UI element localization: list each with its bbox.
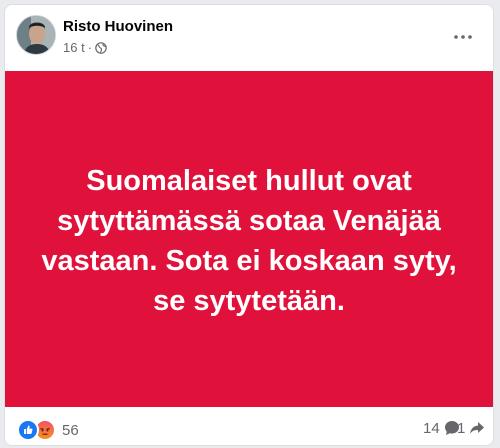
- post-time[interactable]: 16 t: [63, 40, 85, 55]
- globe-icon: [95, 41, 107, 54]
- reaction-count: 56: [62, 421, 79, 439]
- comments-count-button[interactable]: 14: [423, 419, 461, 437]
- avatar[interactable]: [16, 15, 56, 55]
- post-text-line: vastaan. Sota ei koskaan syty,: [41, 245, 457, 277]
- post-text-line: sytyttämässä sotaa Venäjää: [57, 205, 441, 237]
- post-footer: 56 14 1: [5, 409, 493, 445]
- post-meta: 16 t ·: [63, 40, 107, 55]
- post-text-line: se sytytetään.: [153, 285, 345, 317]
- avatar-image: [17, 16, 55, 54]
- share-count: 1: [457, 419, 466, 437]
- reactions-summary[interactable]: 56: [17, 419, 79, 441]
- post-text-background[interactable]: Suomalaiset hullut ovat sytyttämässä sot…: [5, 71, 493, 407]
- post-header: Risto Huovinen 16 t ·: [5, 5, 493, 69]
- shares-count-button[interactable]: 1: [457, 419, 486, 437]
- post-text-line: Suomalaiset hullut ovat: [86, 165, 412, 197]
- post-card: Risto Huovinen 16 t · Suomalaiset hullut…: [4, 4, 494, 446]
- author-name[interactable]: Risto Huovinen: [63, 18, 173, 35]
- more-options-icon: [454, 35, 472, 39]
- share-icon: [470, 422, 485, 434]
- comment-count: 14: [423, 419, 440, 437]
- post-text: Suomalaiset hullut ovat sytyttämässä sot…: [29, 161, 469, 321]
- like-icon: [17, 419, 39, 441]
- more-options-button[interactable]: [449, 23, 477, 51]
- meta-separator: ·: [87, 40, 93, 55]
